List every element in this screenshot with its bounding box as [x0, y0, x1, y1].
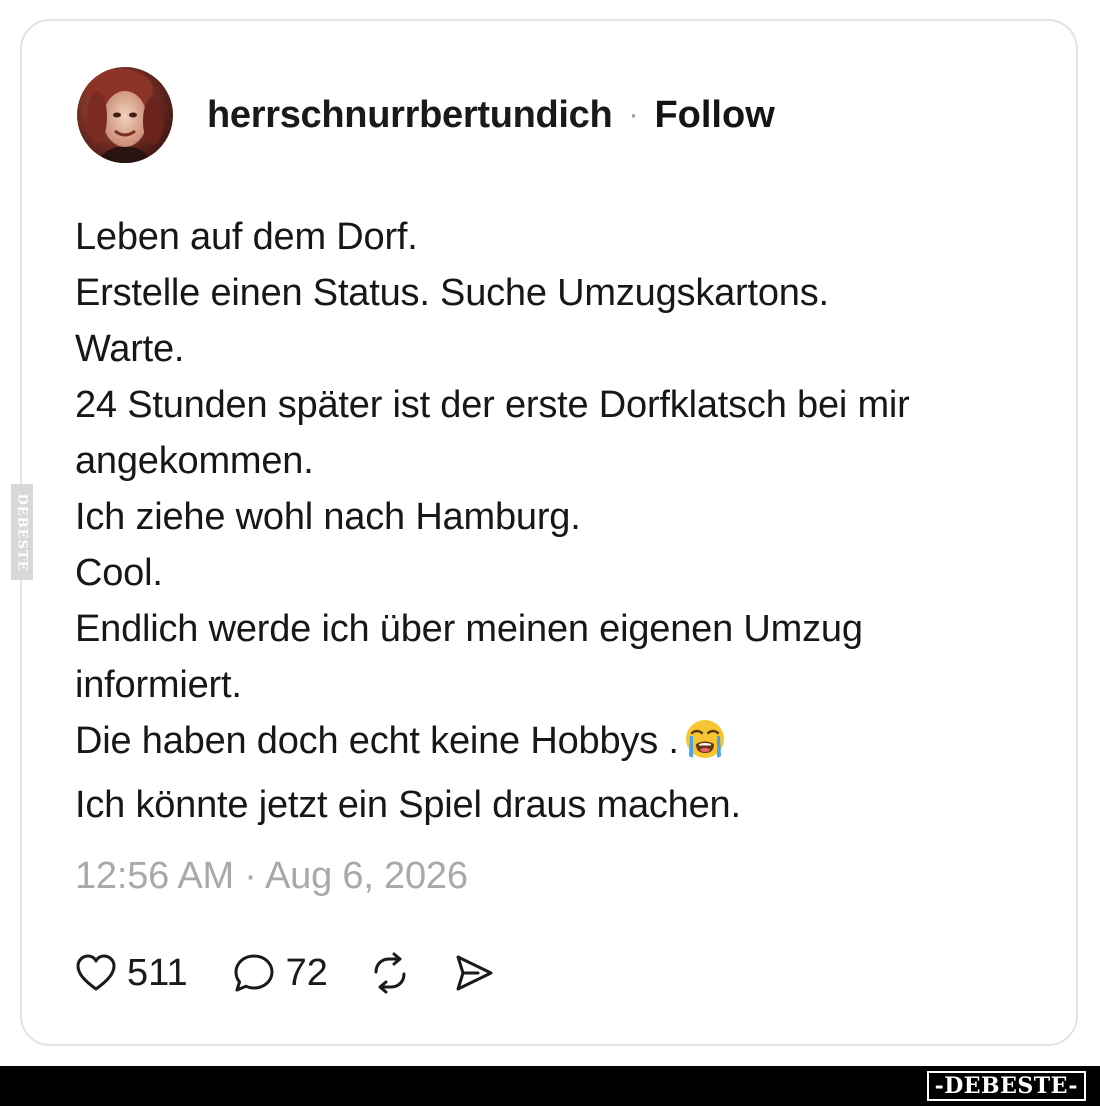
post-line: informiert.	[75, 664, 242, 706]
post-text: Leben auf dem Dorf. Erstelle einen Statu…	[75, 209, 1035, 833]
avatar-image	[77, 67, 173, 163]
comment-button[interactable]: 72	[232, 952, 328, 995]
post-line: Warte.	[75, 328, 185, 370]
post-line: Ich ziehe wohl nach Hamburg.	[75, 496, 581, 538]
post-timestamp: 12:56 AM · Aug 6, 2026	[75, 855, 468, 897]
avatar[interactable]	[77, 67, 173, 163]
repost-icon	[374, 952, 406, 994]
crying-face-emoji-icon	[683, 717, 727, 777]
post-card: herrschnurrbertundich · Follow Leben auf…	[20, 19, 1078, 1046]
post-line: Die haben doch echt keine Hobbys .	[75, 720, 679, 762]
side-watermark-text: DEBESTE	[14, 492, 30, 572]
post-line: angekommen.	[75, 440, 314, 482]
post-line: Leben auf dem Dorf.	[75, 216, 418, 258]
share-button[interactable]	[452, 952, 496, 994]
comment-count: 72	[285, 951, 328, 994]
follow-button[interactable]: Follow	[654, 94, 774, 137]
username[interactable]: herrschnurrbertundich	[207, 94, 613, 137]
heart-icon	[76, 954, 116, 991]
footer-bar: -DEBESTE-	[0, 1066, 1100, 1106]
footer-logo: -DEBESTE-	[926, 1071, 1086, 1101]
speech-bubble-icon	[234, 954, 274, 992]
repost-button[interactable]	[368, 952, 412, 994]
post-line: Cool.	[75, 552, 163, 594]
action-bar: 511 72	[75, 946, 496, 1000]
like-count: 511	[127, 951, 188, 994]
post-line: Ich könnte jetzt ein Spiel draus machen.	[75, 784, 741, 826]
post-line-with-emoji: Die haben doch echt keine Hobbys .	[75, 713, 1035, 777]
post-line: 24 Stunden später ist der erste Dorfklat…	[75, 384, 910, 426]
like-button[interactable]: 511	[75, 952, 188, 995]
post-line: Endlich werde ich über meinen eigenen Um…	[75, 608, 863, 650]
post-line: Erstelle einen Status. Suche Umzugskarto…	[75, 272, 829, 314]
send-icon	[456, 955, 493, 991]
side-watermark: DEBESTE	[11, 484, 33, 580]
separator-dot: ·	[628, 98, 639, 131]
post-header: herrschnurrbertundich · Follow	[77, 66, 775, 164]
